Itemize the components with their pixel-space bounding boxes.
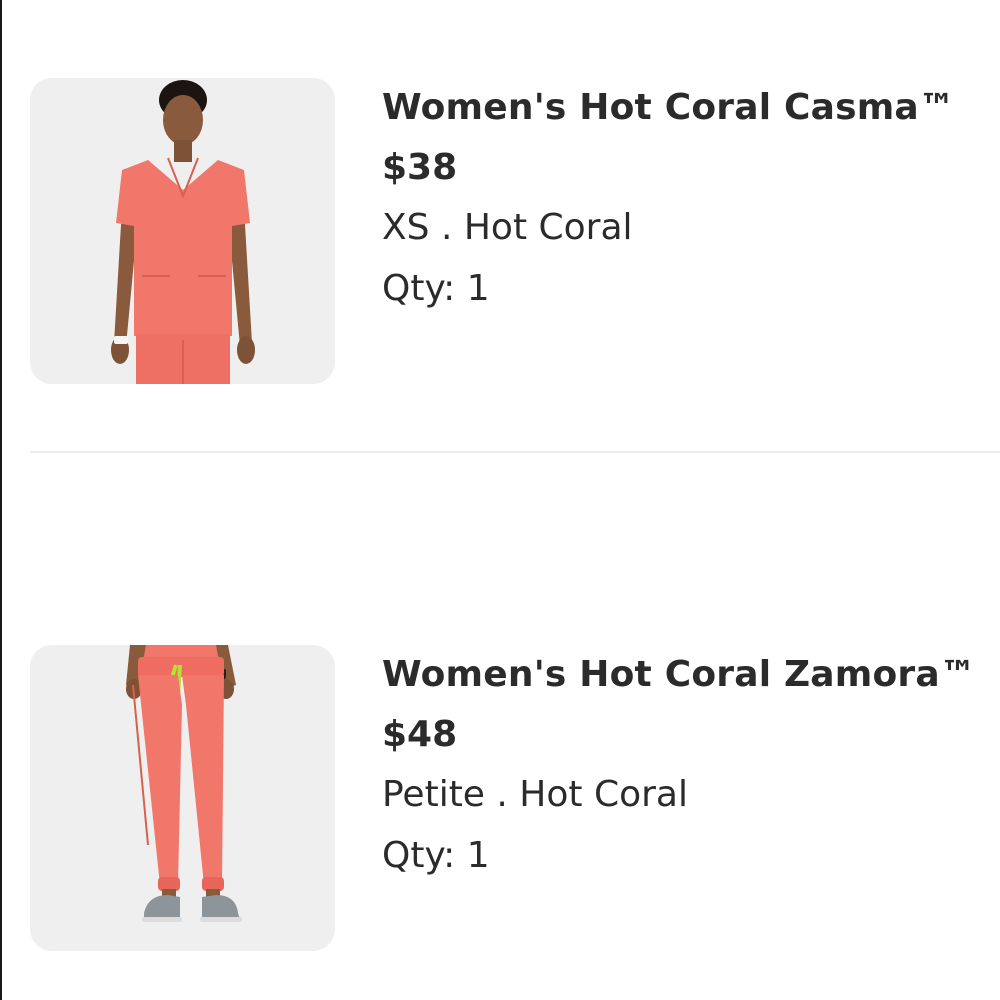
cart-page: Women's Hot Coral Casma™ $38 XS . Hot Co… [0,0,1000,1000]
product-quantity: Qty: 1 [382,268,490,309]
product-quantity: Qty: 1 [382,835,490,876]
product-info: Women's Hot Coral Casma™ $38 XS . Hot Co… [382,86,955,311]
product-info: Women's Hot Coral Zamora™ $48 Petite . H… [382,653,976,878]
product-title[interactable]: Women's Hot Coral Casma™ [382,86,955,130]
item-divider [30,451,1000,453]
product-price: $48 [382,714,458,755]
product-variant: Petite . Hot Coral [382,774,688,815]
scrub-top-illustration [30,78,335,384]
product-image-scrub-top[interactable] [30,78,335,384]
product-title[interactable]: Women's Hot Coral Zamora™ [382,653,976,697]
product-image-jogger-pants[interactable] [30,645,335,951]
cart-item[interactable]: Women's Hot Coral Casma™ $38 XS . Hot Co… [30,78,990,384]
product-price: $38 [382,147,458,188]
cart-item[interactable]: Women's Hot Coral Zamora™ $48 Petite . H… [30,645,990,951]
jogger-pants-illustration [30,645,335,951]
product-variant: XS . Hot Coral [382,207,633,248]
